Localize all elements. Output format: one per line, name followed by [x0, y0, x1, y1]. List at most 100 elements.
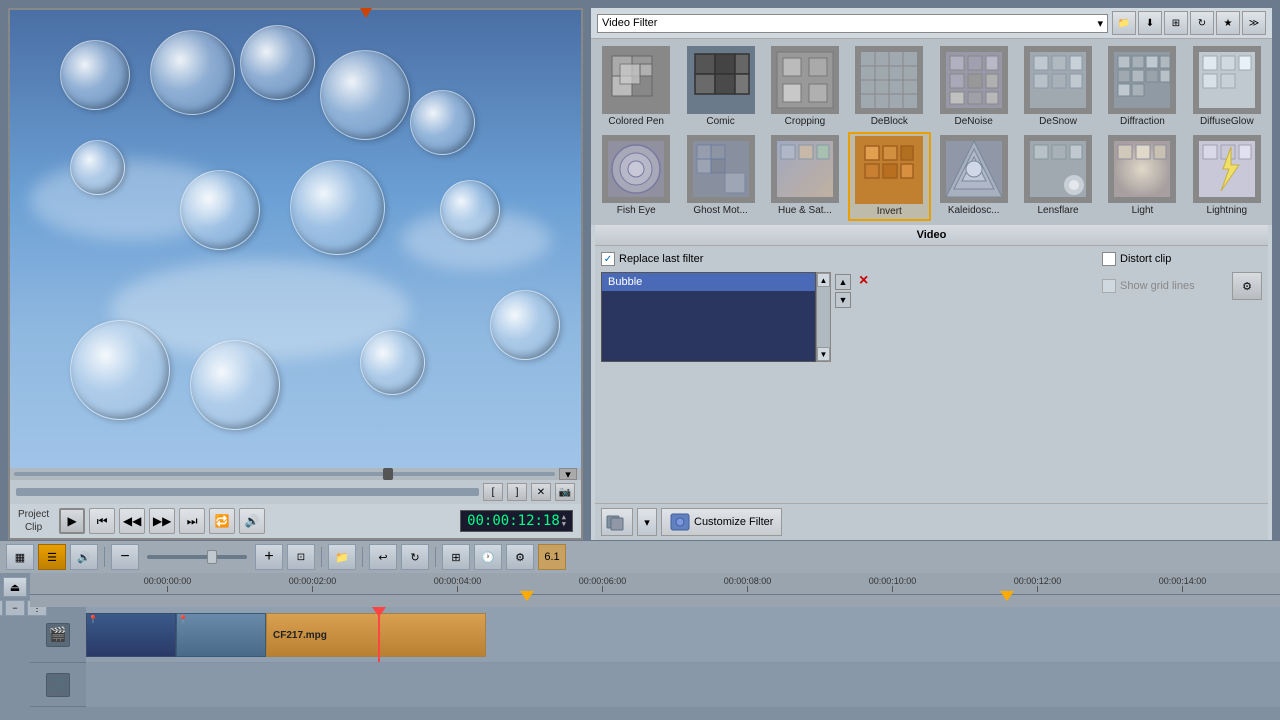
timeline-tool-6[interactable]: ⚙ [506, 544, 534, 570]
filter-item-comic[interactable]: Comic [679, 43, 761, 130]
timeline-tool-4[interactable]: ⊞ [442, 544, 470, 570]
filter-controls-bar: ▾ Customize Filter [595, 503, 1268, 540]
timeline-tool-7[interactable]: 6.1 [538, 544, 566, 570]
filter-item-lensflare[interactable]: Lensflare [1017, 132, 1099, 221]
timeline-tool-3[interactable]: ↻ [401, 544, 429, 570]
prev-button[interactable]: ⏮ [89, 508, 115, 534]
fit-timeline-button[interactable]: ⊡ [287, 544, 315, 570]
fast-forward-button[interactable]: ▶▶ [149, 508, 175, 534]
filter-item-hue-sat[interactable]: Hue & Sat... [764, 132, 846, 221]
play-button[interactable]: ▶ [59, 508, 85, 534]
clip-marker-2: 📍 [178, 615, 188, 624]
scrubber-handle[interactable] [383, 468, 393, 480]
timeline-tool-1[interactable]: 📁 [328, 544, 356, 570]
filter-star-button[interactable]: ★ [1216, 11, 1240, 35]
lightning-label: Lightning [1207, 205, 1248, 216]
filter-item-invert[interactable]: Invert [848, 132, 930, 221]
video-scrubber[interactable]: ▾ [10, 468, 581, 480]
gear-button[interactable]: ⚙ [1232, 272, 1262, 300]
filter-item-diffuseglow[interactable]: DiffuseGlow [1186, 43, 1268, 130]
clip-thumb-1: 📍 [86, 613, 176, 657]
customize-filter-button[interactable]: Customize Filter [661, 508, 782, 536]
scrubber-dropdown-button[interactable]: ▾ [559, 468, 577, 480]
filter-move-down[interactable]: ▼ [835, 292, 851, 308]
hue-sat-label: Hue & Sat... [778, 205, 832, 216]
clip-delete-button[interactable]: ✕ [531, 483, 551, 501]
zoom-slider[interactable] [147, 555, 247, 559]
timeline-tool-5[interactable]: 🕐 [474, 544, 502, 570]
timeline-tracks: 🎬 🎵 [30, 607, 1280, 720]
video-settings-header: Video [595, 225, 1268, 246]
clip-block-2[interactable]: 📍 [176, 613, 266, 657]
filter-item-fisheye[interactable]: Fish Eye [595, 132, 677, 221]
snapshot-button[interactable]: 📷 [555, 483, 575, 501]
zoom-in-button[interactable]: + [255, 544, 283, 570]
distort-clip-checkbox[interactable] [1102, 252, 1116, 266]
denoise-thumb [940, 46, 1008, 114]
rewind-button[interactable]: ◀◀ [119, 508, 145, 534]
filter-list-bubble-item[interactable]: Bubble [602, 273, 815, 291]
repeat-button[interactable]: 🔁 [209, 508, 235, 534]
kaleidoscope-label: Kaleidosc... [948, 205, 1000, 216]
show-grid-checkbox[interactable] [1102, 279, 1116, 293]
scroll-down-arrow[interactable]: ▼ [817, 347, 830, 361]
filter-item-colored-pen[interactable]: Colored Pen [595, 43, 677, 130]
scroll-up-arrow[interactable]: ▲ [817, 273, 830, 287]
filter-item-light[interactable]: Light [1101, 132, 1183, 221]
filter-item-desnow[interactable]: DeSnow [1017, 43, 1099, 130]
zoom-handle[interactable] [207, 550, 217, 564]
add-track-button[interactable]: + [0, 600, 3, 616]
delete-filter-button[interactable]: × [859, 272, 868, 290]
timecode-down[interactable]: ▼ [562, 521, 566, 528]
main-clip-block[interactable]: CF217.mpg [266, 613, 486, 657]
denoise-label: DeNoise [955, 116, 993, 127]
timeline-audio-button[interactable]: 🔊 [70, 544, 98, 570]
playhead[interactable] [378, 607, 380, 662]
filter-folder-button[interactable]: 📁 [1112, 11, 1136, 35]
filter-item-denoise[interactable]: DeNoise [933, 43, 1015, 130]
toolbar-separator-2 [321, 547, 322, 567]
ruler-mark-2: 00:00:04:00 [385, 576, 530, 592]
eject-button[interactable]: ⏏ [3, 577, 27, 597]
timeline-view-button-2[interactable]: ☰ [38, 544, 66, 570]
filter-item-ghost-motion[interactable]: Ghost Mot... [679, 132, 761, 221]
filter-dropdown-button[interactable]: ▾ [637, 508, 657, 536]
clip-trim-right[interactable]: ] [507, 483, 527, 501]
lightning-thumb [1193, 135, 1261, 203]
scroll-track [817, 287, 830, 347]
filter-item-diffraction[interactable]: Diffraction [1101, 43, 1183, 130]
filter-type-dropdown[interactable]: Video Filter ▾ [597, 14, 1108, 33]
filter-move-up[interactable]: ▲ [835, 274, 851, 290]
filter-preset-button[interactable] [601, 508, 633, 536]
filter-item-lightning[interactable]: Lightning [1186, 132, 1268, 221]
volume-button[interactable]: 🔊 [239, 508, 265, 534]
timecode-display: 00:00:12:18 ▲ ▼ [460, 510, 573, 532]
ruler-mark-7: 00:00:14:00 [1110, 576, 1255, 592]
track-minus-button[interactable]: − [5, 600, 25, 616]
filter-import-button[interactable]: ⬇ [1138, 11, 1162, 35]
applied-filter-list[interactable]: Bubble [601, 272, 816, 362]
clip-main: CF217.mpg [266, 613, 486, 657]
replace-filter-row: ✓ Replace last filter [601, 252, 1094, 266]
replace-filter-label: Replace last filter [619, 253, 703, 265]
filter-item-cropping[interactable]: Cropping [764, 43, 846, 130]
ruler-marks: 00:00:00:00 00:00:02:00 00:00:04:00 00:0… [95, 576, 1280, 592]
clip-block-1[interactable]: 📍 [86, 613, 176, 657]
filter-more-button[interactable]: ≫ [1242, 11, 1266, 35]
filter-grid-button[interactable]: ⊞ [1164, 11, 1188, 35]
next-button[interactable]: ⏭ [179, 508, 205, 534]
filter-refresh-button[interactable]: ↻ [1190, 11, 1214, 35]
filter-list-scrollbar[interactable]: ▲ ▼ [816, 272, 831, 362]
zoom-track[interactable] [147, 555, 247, 559]
replace-filter-checkbox[interactable]: ✓ [601, 252, 615, 266]
colored-pen-label: Colored Pen [608, 116, 664, 127]
filter-item-kaleidoscope[interactable]: Kaleidosc... [933, 132, 1015, 221]
zoom-out-button[interactable]: − [111, 544, 139, 570]
toolbar-separator-1 [104, 547, 105, 567]
timeline-view-button-1[interactable]: ▦ [6, 544, 34, 570]
filter-item-deblock[interactable]: DeBlock [848, 43, 930, 130]
scrubber-track[interactable] [14, 472, 555, 476]
timeline-tool-2[interactable]: ↩ [369, 544, 397, 570]
timeline-ruler: 00:00:00:00 00:00:02:00 00:00:04:00 00:0… [30, 573, 1280, 595]
clip-trim-left[interactable]: [ [483, 483, 503, 501]
